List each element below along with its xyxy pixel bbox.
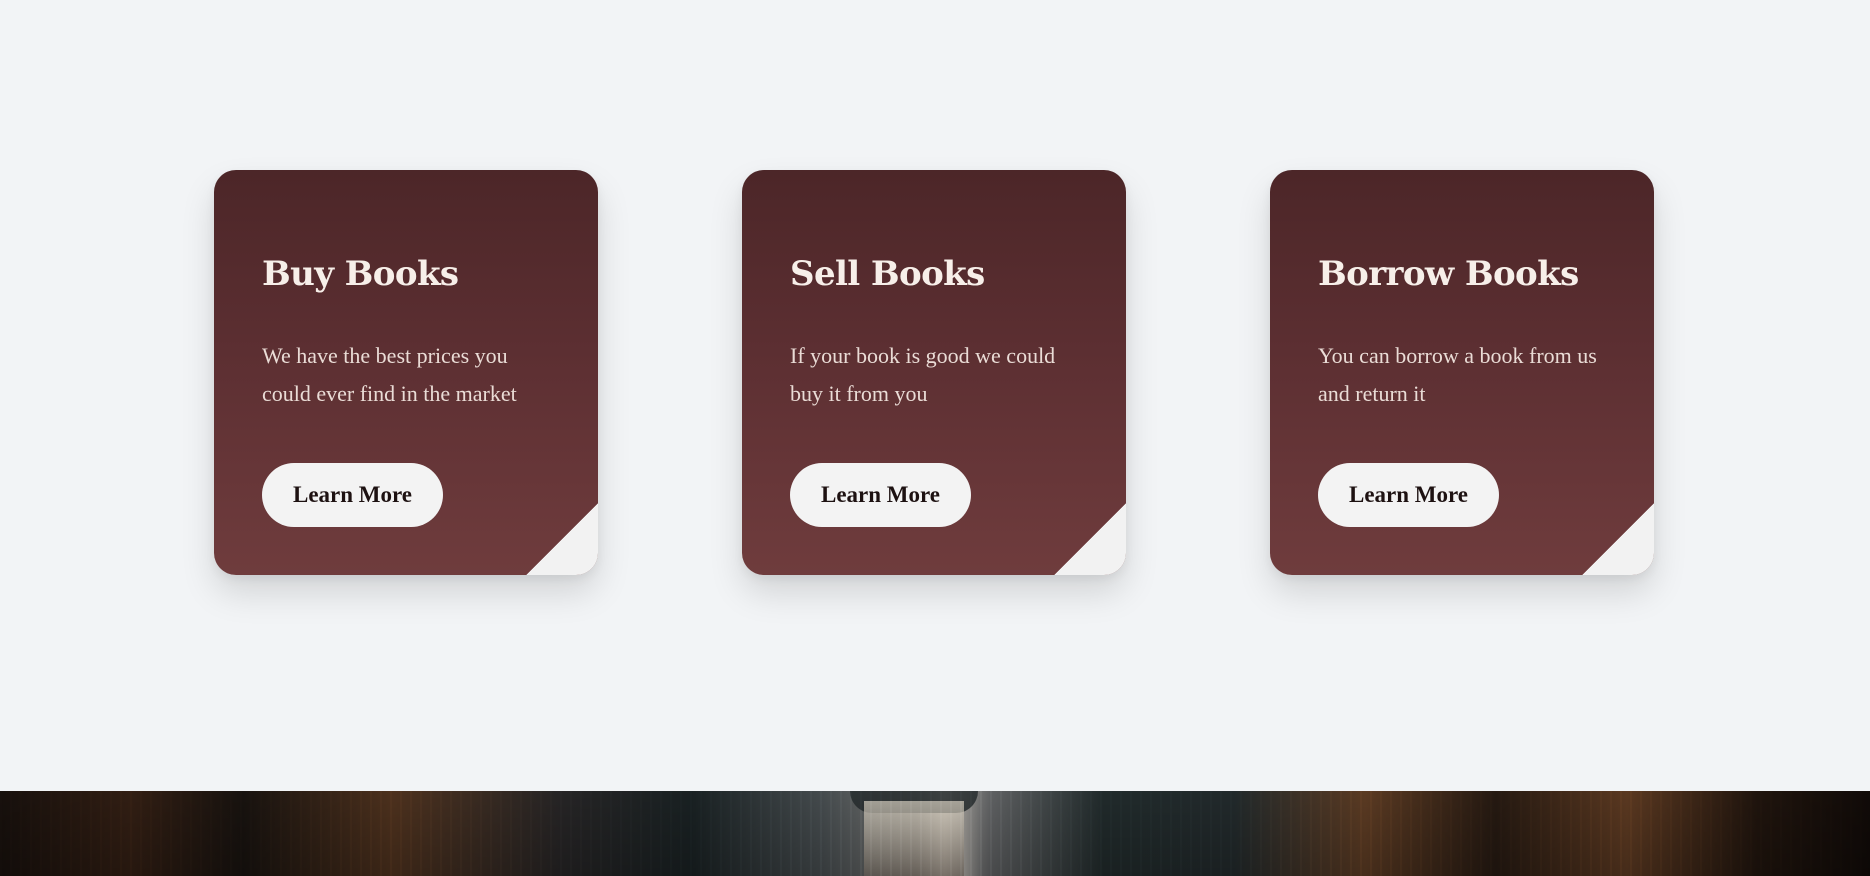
card-corner-fold <box>526 503 598 575</box>
service-card-sell-books: Sell Books If your book is good we could… <box>742 170 1126 575</box>
card-description: You can borrow a book from us and return… <box>1318 343 1597 406</box>
card-corner-fold <box>1054 503 1126 575</box>
learn-more-button[interactable]: Learn More <box>262 463 443 527</box>
service-card-borrow-books: Borrow Books You can borrow a book from … <box>1270 170 1654 575</box>
library-photo-banner <box>0 791 1870 876</box>
services-section: Buy Books We have the best prices you co… <box>0 0 1870 791</box>
card-title: Sell Books <box>790 254 985 294</box>
page: Buy Books We have the best prices you co… <box>0 0 1870 876</box>
service-card-buy-books: Buy Books We have the best prices you co… <box>214 170 598 575</box>
bookshelf-texture <box>0 791 1870 876</box>
card-description: If your book is good we could buy it fro… <box>790 343 1056 406</box>
learn-more-button[interactable]: Learn More <box>1318 463 1499 527</box>
card-title: Borrow Books <box>1318 254 1579 294</box>
card-description: We have the best prices you could ever f… <box>262 343 517 406</box>
card-corner-fold <box>1582 503 1654 575</box>
card-title: Buy Books <box>262 254 459 294</box>
learn-more-button[interactable]: Learn More <box>790 463 971 527</box>
